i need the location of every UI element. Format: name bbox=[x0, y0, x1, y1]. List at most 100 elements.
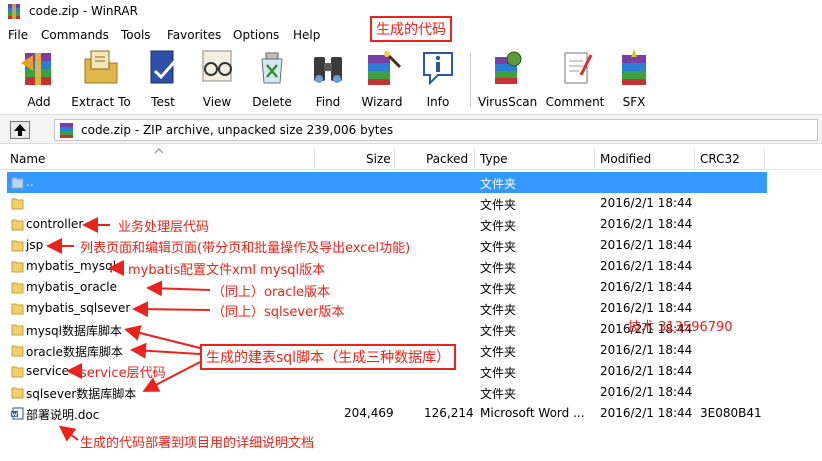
file-list-header: Name Size Packed Type Modified CRC32 bbox=[0, 148, 822, 170]
file-modified: 2016/2/1 18:44 bbox=[600, 280, 693, 294]
find-binoculars-icon bbox=[314, 57, 342, 83]
add-button[interactable]: Add bbox=[14, 49, 64, 109]
sfx-label: SFX bbox=[622, 95, 646, 109]
test-book-icon bbox=[150, 50, 179, 84]
wizard-button[interactable]: Wizard bbox=[360, 49, 404, 109]
file-modified: 2016/2/1 18:44 bbox=[600, 406, 693, 420]
annotation-sqlsever: （同上）sqlsever版本 bbox=[212, 305, 345, 320]
file-size: 204,469 bbox=[344, 406, 394, 420]
extract-to-button[interactable]: Extract To bbox=[70, 49, 132, 109]
table-row[interactable]: mybatis_mysql 文件夹 2016/2/1 18:44 bbox=[0, 256, 822, 277]
folder-icon bbox=[11, 198, 24, 210]
delete-recycle-icon bbox=[261, 52, 283, 84]
file-type: 文件夹 bbox=[480, 324, 517, 338]
table-row[interactable]: sqlsever数据库脚本 文件夹 2016/2/1 18:44 bbox=[0, 382, 822, 403]
file-crc32: 3E080B41 bbox=[700, 406, 762, 420]
column-separator[interactable] bbox=[694, 148, 695, 170]
file-name: 部署说明.doc bbox=[26, 408, 100, 422]
annotation-doc: 生成的代码部署到项目用的详细说明文档 bbox=[80, 436, 315, 451]
menu-options[interactable]: Options bbox=[233, 28, 279, 42]
test-label: Test bbox=[151, 95, 175, 109]
folder-icon bbox=[11, 324, 24, 336]
column-modified[interactable]: Modified bbox=[600, 152, 651, 166]
file-modified: 2016/2/1 18:44 bbox=[600, 196, 693, 210]
column-separator[interactable] bbox=[594, 148, 595, 170]
find-button[interactable]: Find bbox=[308, 49, 348, 109]
file-name: service bbox=[26, 364, 69, 378]
file-type: 文件夹 bbox=[480, 303, 517, 317]
file-type: 文件夹 bbox=[480, 366, 517, 380]
up-folder-button[interactable] bbox=[10, 121, 30, 139]
file-type: 文件夹 bbox=[480, 177, 517, 191]
annotation-oracle: （同上）oracle版本 bbox=[212, 285, 331, 300]
toolbar-separator bbox=[470, 53, 471, 107]
comment-icon bbox=[564, 52, 593, 84]
folder-icon bbox=[11, 387, 24, 399]
add-label: Add bbox=[27, 95, 51, 109]
column-name[interactable]: Name bbox=[10, 152, 45, 166]
annotation-controller: 业务处理层代码 bbox=[118, 220, 210, 235]
file-type: 文件夹 bbox=[480, 198, 517, 212]
test-button[interactable]: Test bbox=[142, 49, 184, 109]
word-document-icon bbox=[11, 407, 24, 420]
table-row[interactable]: 文件夹 2016/2/1 18:44 bbox=[0, 193, 822, 214]
extract-to-label: Extract To bbox=[71, 95, 131, 109]
address-text: code.zip - ZIP archive, unpacked size 23… bbox=[81, 123, 394, 137]
view-button[interactable]: View bbox=[196, 49, 238, 109]
file-modified: 2016/2/1 18:44 bbox=[600, 385, 693, 399]
column-crc32[interactable]: CRC32 bbox=[700, 152, 740, 166]
annotation-jsp: 列表页面和编辑页面(带分页和批量操作及导出excel功能) bbox=[80, 241, 411, 256]
folder-icon bbox=[11, 219, 24, 231]
up-arrow-icon bbox=[14, 124, 26, 136]
folder-icon bbox=[11, 303, 24, 315]
file-name: mybatis_oracle bbox=[26, 280, 117, 294]
find-label: Find bbox=[315, 95, 341, 109]
column-type[interactable]: Type bbox=[480, 152, 508, 166]
column-packed[interactable]: Packed bbox=[426, 152, 468, 166]
sfx-icon bbox=[622, 49, 646, 85]
info-label: Info bbox=[426, 95, 450, 109]
table-row[interactable]: mybatis_oracle 文件夹 2016/2/1 18:44 bbox=[0, 277, 822, 298]
folder-icon bbox=[11, 282, 24, 294]
delete-button[interactable]: Delete bbox=[250, 49, 294, 109]
arrow-doc bbox=[58, 425, 79, 442]
sort-ascending-icon bbox=[154, 148, 164, 154]
file-packed: 126,214 bbox=[424, 406, 474, 420]
column-separator[interactable] bbox=[394, 148, 395, 170]
column-separator[interactable] bbox=[314, 148, 315, 170]
file-modified: 2016/2/1 18:44 bbox=[600, 364, 693, 378]
selection-highlight bbox=[7, 172, 767, 193]
folder-icon bbox=[11, 345, 24, 357]
table-row[interactable]: .. 文件夹 bbox=[0, 172, 822, 193]
table-row[interactable]: 部署说明.doc 204,469 126,214 Microsoft Word … bbox=[0, 403, 822, 424]
file-type: 文件夹 bbox=[480, 387, 517, 401]
file-name: controller bbox=[26, 217, 84, 231]
info-button[interactable]: Info bbox=[418, 49, 458, 109]
menu-tools[interactable]: Tools bbox=[121, 28, 151, 42]
virusscan-icon bbox=[495, 51, 522, 84]
winrar-window: code.zip - WinRAR File Commands Tools Fa… bbox=[0, 0, 822, 461]
file-name: mysql数据库脚本 bbox=[26, 324, 122, 338]
column-size[interactable]: Size bbox=[366, 152, 391, 166]
menu-file[interactable]: File bbox=[8, 28, 28, 42]
file-name: mybatis_mysql bbox=[26, 259, 117, 273]
comment-label: Comment bbox=[545, 95, 605, 109]
column-separator[interactable] bbox=[764, 148, 765, 170]
file-type: 文件夹 bbox=[480, 282, 517, 296]
parent-folder-icon bbox=[11, 177, 24, 189]
menu-commands[interactable]: Commands bbox=[41, 28, 109, 42]
column-separator[interactable] bbox=[474, 148, 475, 170]
file-type: 文件夹 bbox=[480, 240, 517, 254]
wizard-label: Wizard bbox=[361, 95, 403, 109]
file-modified: 2016/2/1 18:44 bbox=[600, 238, 693, 252]
menu-favorites[interactable]: Favorites bbox=[167, 28, 221, 42]
comment-button[interactable]: Comment bbox=[544, 49, 606, 109]
address-field[interactable]: code.zip - ZIP archive, unpacked size 23… bbox=[54, 119, 818, 141]
file-name: .. bbox=[26, 175, 34, 189]
virusscan-button[interactable]: VirusScan bbox=[478, 49, 537, 109]
file-name: mybatis_sqlsever bbox=[26, 301, 131, 315]
sfx-button[interactable]: SFX bbox=[614, 49, 654, 109]
view-label: View bbox=[202, 95, 232, 109]
annotation-tech: 技术 313596790 bbox=[628, 320, 733, 335]
menu-help[interactable]: Help bbox=[293, 28, 320, 42]
